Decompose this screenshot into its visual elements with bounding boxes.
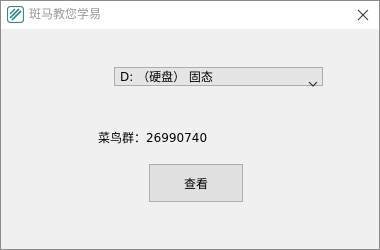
view-button-label: 查看	[183, 176, 208, 191]
view-button[interactable]: 查看	[149, 164, 243, 202]
app-window: 斑马教您学易 D: （硬盘） 固态 菜鸟群：26990740 查看	[0, 0, 380, 250]
close-icon[interactable]	[356, 7, 370, 21]
chevron-down-icon	[308, 73, 318, 87]
app-logo-icon	[6, 5, 25, 24]
title-bar: 斑马教您学易	[1, 1, 379, 29]
drive-select-value: D: （硬盘） 固态	[120, 70, 213, 84]
drive-select[interactable]: D: （硬盘） 固态	[114, 67, 323, 87]
window-title: 斑马教您学易	[29, 7, 102, 21]
group-label: 菜鸟群：26990740	[98, 131, 208, 145]
